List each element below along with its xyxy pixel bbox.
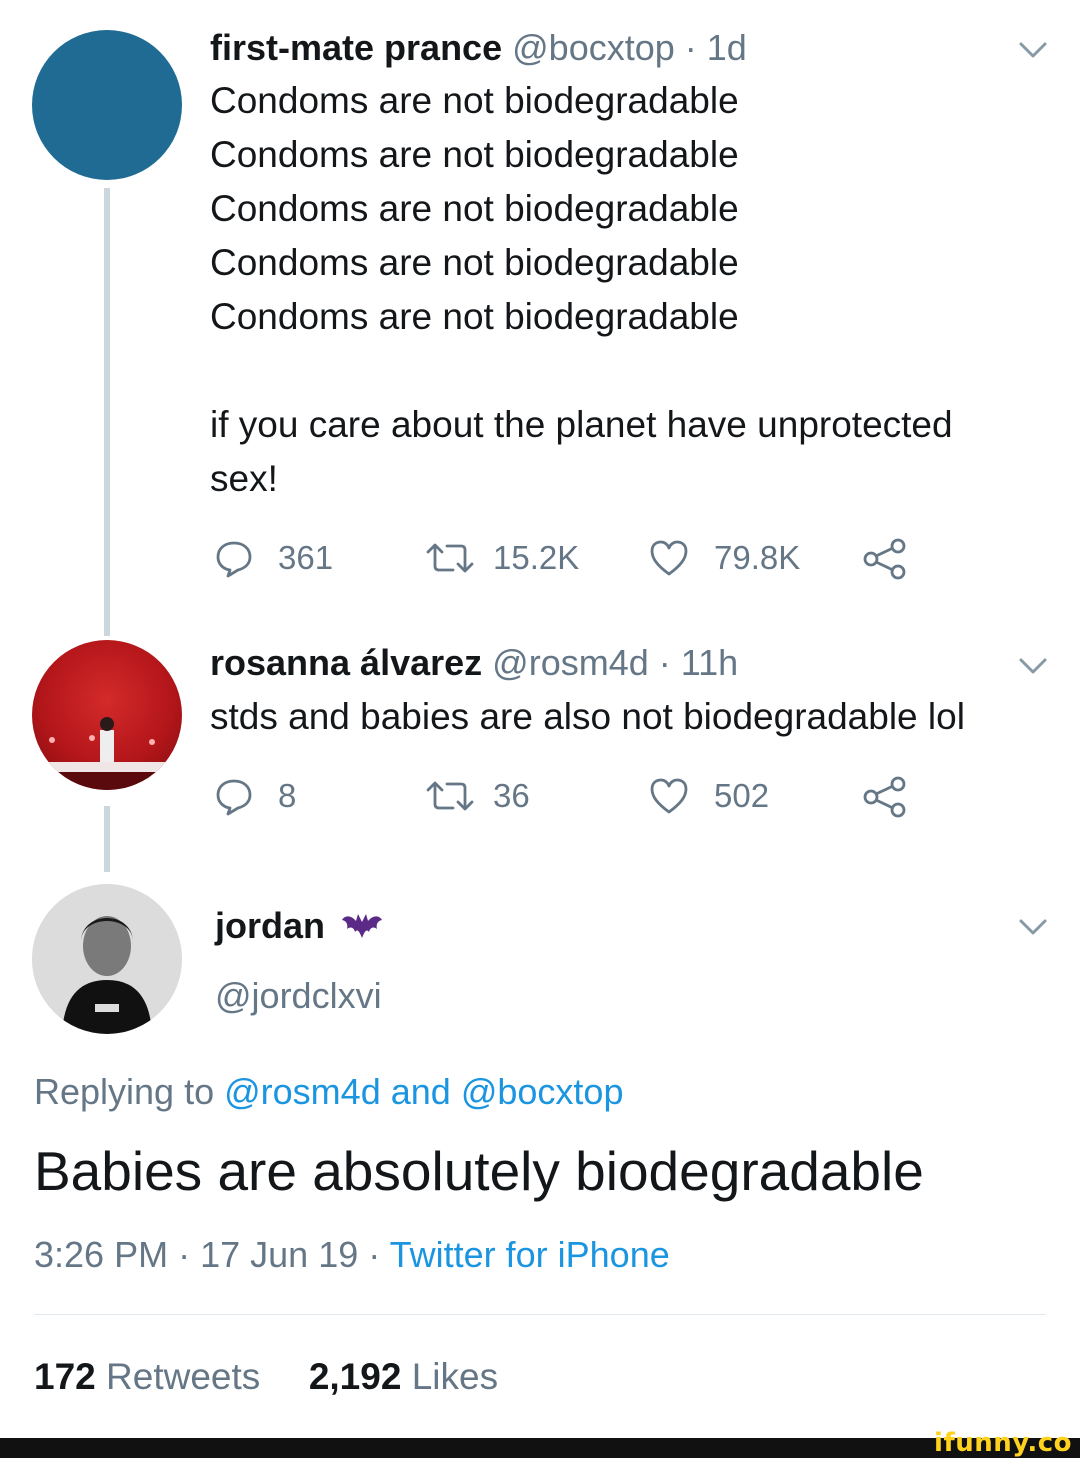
tweet2-timestamp[interactable]: · 11h [659,642,738,683]
tweet3-date: 17 Jun 19 [200,1234,359,1275]
tweet1-paragraph-line: if you care about the planet have unprot… [210,404,953,445]
replying-to-user-bocxtop[interactable]: @bocxtop [461,1071,624,1112]
tweet1-blank-line [210,344,953,398]
tweet2-text: stds and babies are also not biodegradab… [210,696,965,737]
replying-to-label: Replying to [34,1071,215,1112]
tweet2-like-button[interactable]: 502 [648,776,769,816]
avatar-rosanna-alvarez[interactable] [32,640,182,790]
tweet2-header: rosanna álvarez @rosm4d · 11h [210,643,738,683]
tweet1-like-count: 79.8K [714,539,801,576]
retweet-icon [426,543,474,573]
tweet3-time: 3:26 PM [34,1234,169,1275]
tweet1-like-button[interactable]: 79.8K [648,538,800,578]
likes-stat[interactable]: 2,192 Likes [309,1356,498,1397]
tweet2-reply-button[interactable]: 8 [214,776,296,816]
tweet2-share-button[interactable] [862,776,908,818]
heart-icon [650,540,688,576]
tweet2-reply-count: 8 [278,777,297,814]
tweet1-line: Condoms are not biodegradable [210,188,739,229]
avatar-jordan[interactable] [32,884,182,1034]
tweet2-retweet-button[interactable]: 36 [425,776,530,816]
meta-separator: · [178,1234,191,1275]
tweet1-author-handle[interactable]: @bocxtop [512,27,675,68]
share-icon [863,538,906,580]
tweet1-body: Condoms are not biodegradable Condoms ar… [210,74,953,506]
retweets-label: Retweets [106,1356,261,1397]
tweet1-line: Condoms are not biodegradable [210,80,739,121]
tweet1-retweet-count: 15.2K [493,539,580,576]
tweet2-author-name[interactable]: rosanna álvarez [210,642,482,683]
tweet1-reply-count: 361 [278,539,334,576]
retweets-stat[interactable]: 172 Retweets [34,1356,260,1397]
reply-icon [216,779,252,816]
stats-divider [34,1314,1046,1315]
tweet3-author-name[interactable]: jordan [215,905,325,946]
tweet1-share-button[interactable] [862,538,908,580]
tweet3-name-row: jordan [215,906,383,946]
share-icon [863,776,906,818]
tweet3-author-handle[interactable]: @jordclxvi [215,975,382,1016]
replying-to-user-rosm4d[interactable]: @rosm4d [224,1071,381,1112]
thread-line-2 [104,806,110,872]
replying-to-and: and [390,1071,451,1112]
tweet1-retweet-button[interactable]: 15.2K [425,538,579,578]
tweet1-chevron-down-icon[interactable] [1018,40,1048,60]
reply-icon [216,541,252,578]
tweet1-paragraph-line: sex! [210,458,278,499]
heart-icon [650,778,688,814]
tweet1-line: Condoms are not biodegradable [210,242,739,283]
tweet2-retweet-count: 36 [493,777,530,814]
bat-emoji-icon [342,914,383,938]
tweet3-text: Babies are absolutely biodegradable [34,1140,924,1202]
thread-line-1 [104,188,110,636]
tweet1-reply-button[interactable]: 361 [214,538,333,578]
tweet3-stats: 172 Retweets 2,192 Likes [34,1355,498,1399]
tweet1-author-name[interactable]: first-mate prance [210,27,502,68]
tweet1-line: Condoms are not biodegradable [210,296,739,337]
likes-count: 2,192 [308,1356,402,1397]
tweet2-author-handle[interactable]: @rosm4d [492,642,649,683]
tweet2-body: stds and babies are also not biodegradab… [210,690,965,744]
avatar-portrait-image [32,884,182,1034]
tweet3-chevron-down-icon[interactable] [1018,917,1048,937]
tweet1-line: Condoms are not biodegradable [210,134,739,175]
ifunny-watermark: ifunny.co [934,1428,1072,1458]
retweets-count: 172 [34,1356,96,1397]
tweet3-handle-row: @jordclxvi [215,976,382,1016]
tweet2-like-count: 502 [714,777,770,814]
avatar-first-mate-prance[interactable] [32,30,182,180]
retweet-icon [426,781,474,811]
tweet1-timestamp[interactable]: · 1d [685,27,747,68]
watermark-bar [0,1438,1080,1458]
tweet2-chevron-down-icon[interactable] [1018,656,1048,676]
tweet3-client-link[interactable]: Twitter for iPhone [390,1234,670,1275]
tweet1-header: first-mate prance @bocxtop · 1d [210,28,747,68]
replying-to-line: Replying to @rosm4d and @bocxtop [34,1070,623,1114]
likes-label: Likes [411,1356,499,1397]
tweet3-meta: 3:26 PM · 17 Jun 19 · Twitter for iPhone [34,1233,670,1277]
meta-separator: · [368,1234,381,1275]
avatar-stage-image [32,717,182,790]
